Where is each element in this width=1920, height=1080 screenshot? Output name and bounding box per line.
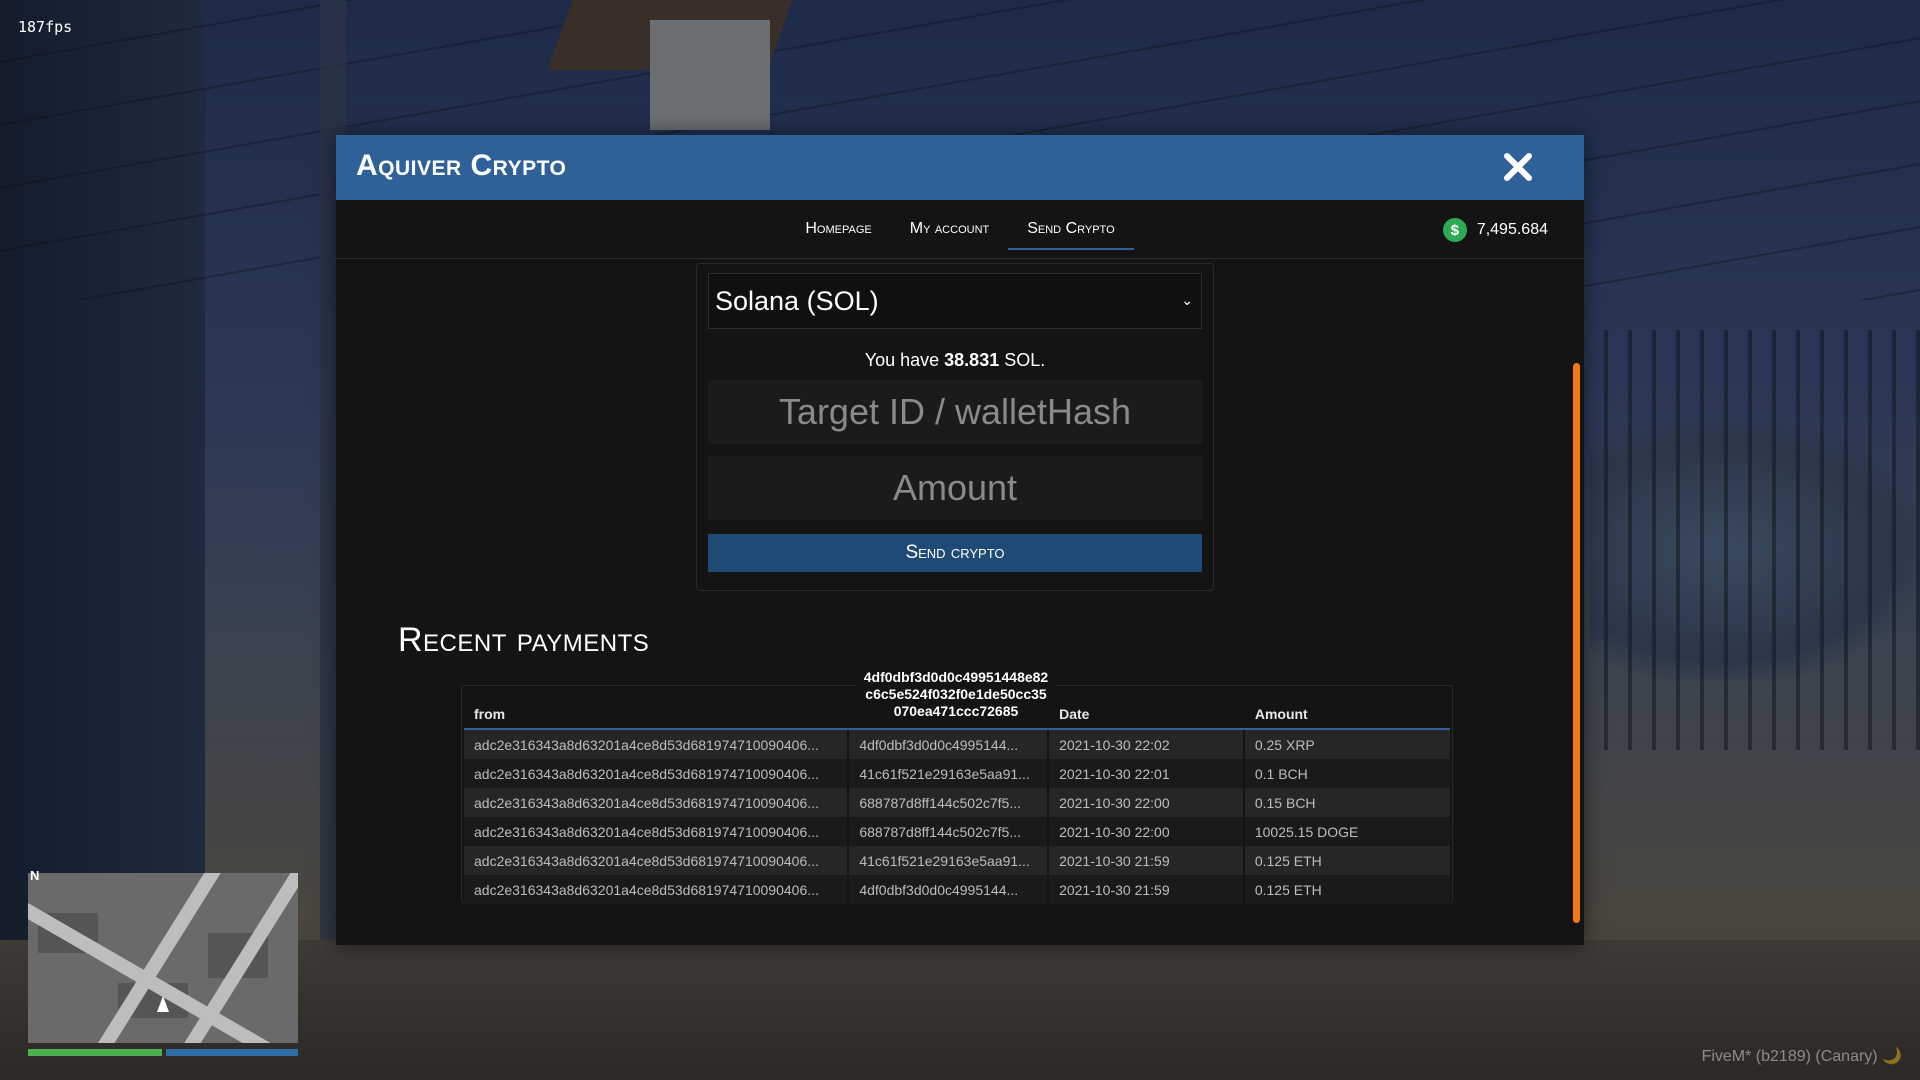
table-row: adc2e316343a8d63201a4ce8d53d681974710090… [464, 846, 1450, 875]
cell-amount: 0.125 ETH [1242, 875, 1450, 904]
amount-input[interactable] [708, 456, 1202, 520]
cell-to[interactable]: 4df0dbf3d0d0c4995144... [847, 875, 1049, 904]
cell-from: adc2e316343a8d63201a4ce8d53d681974710090… [464, 875, 849, 904]
cell-amount: 0.15 BCH [1242, 788, 1450, 817]
table-row: adc2e316343a8d63201a4ce8d53d681974710090… [464, 875, 1450, 904]
health-bar [28, 1049, 162, 1056]
cell-date: 2021-10-30 22:02 [1047, 729, 1244, 759]
currency-select[interactable]: Solana (SOL) ⌄ [708, 273, 1202, 329]
currency-select-value: Solana (SOL) [715, 285, 879, 316]
cell-amount: 0.125 ETH [1242, 846, 1450, 875]
cell-date: 2021-10-30 22:00 [1047, 788, 1244, 817]
balance-value: 7,495.684 [1476, 221, 1548, 238]
cell-from: adc2e316343a8d63201a4ce8d53d681974710090… [464, 817, 849, 846]
crypto-window: Aquiver Crypto Homepage My account Send … [336, 135, 1584, 945]
cell-amount: 10025.15 DOGE [1242, 817, 1450, 846]
table-row: adc2e316343a8d63201a4ce8d53d681974710090… [464, 788, 1450, 817]
target-id-input[interactable] [708, 380, 1202, 444]
close-button[interactable] [1500, 147, 1536, 187]
cell-from: adc2e316343a8d63201a4ce8d53d681974710090… [464, 729, 849, 759]
payments-table: from Date Amount adc2e316343a8d63201a4ce… [464, 700, 1450, 904]
chevron-down-icon: ⌄ [1181, 292, 1193, 308]
cell-date: 2021-10-30 21:59 [1047, 846, 1244, 875]
cell-amount: 0.1 BCH [1242, 759, 1450, 788]
table-row: adc2e316343a8d63201a4ce8d53d681974710090… [464, 817, 1450, 846]
holding-suffix: SOL. [999, 350, 1046, 370]
tab-send-crypto[interactable]: Send Crypto [1008, 200, 1135, 250]
client-watermark: FiveM* (b2189) (Canary) 🌙 [1701, 1048, 1902, 1065]
nav-bar: Homepage My account Send Crypto $ 7,495.… [336, 200, 1584, 259]
app-title: Aquiver Crypto [356, 149, 567, 182]
recent-payments-title: Recent payments [398, 621, 650, 659]
cell-to[interactable]: 41c61f521e29163e5aa91... [847, 759, 1049, 788]
tab-homepage[interactable]: Homepage [786, 200, 890, 250]
holding-prefix: You have [864, 350, 945, 370]
window-titlebar: Aquiver Crypto [336, 135, 1584, 200]
tab-my-account[interactable]: My account [891, 200, 1009, 250]
table-row: adc2e316343a8d63201a4ce8d53d681974710090… [464, 729, 1450, 759]
close-icon [1504, 153, 1532, 181]
game-background-house [650, 20, 770, 130]
wallet-balance: $ 7,495.684 [1442, 218, 1548, 242]
cell-to[interactable]: 4df0dbf3d0d0c4995144... [847, 729, 1049, 759]
fps-counter: 187fps [18, 18, 73, 36]
cell-to[interactable]: 688787d8ff144c502c7f5... [847, 788, 1049, 817]
cell-from: adc2e316343a8d63201a4ce8d53d681974710090… [464, 846, 849, 875]
table-row: adc2e316343a8d63201a4ce8d53d681974710090… [464, 759, 1450, 788]
cell-from: adc2e316343a8d63201a4ce8d53d681974710090… [464, 759, 849, 788]
column-header-from[interactable]: from [464, 700, 849, 730]
column-header-amount[interactable]: Amount [1242, 700, 1450, 730]
cell-from: adc2e316343a8d63201a4ce8d53d681974710090… [464, 788, 849, 817]
send-crypto-form: Solana (SOL) ⌄ You have 38.831 SOL. Send… [696, 263, 1214, 591]
cell-date: 2021-10-30 21:59 [1047, 875, 1244, 904]
holding-amount: 38.831 [944, 350, 1000, 370]
minimap [28, 873, 298, 1043]
wallet-hash-tooltip: 4df0dbf3d0d0c49951448e82 c6c5e524f032f0e1… [856, 669, 1056, 720]
player-arrow-icon [157, 996, 169, 1012]
cell-amount: 0.25 XRP [1242, 729, 1450, 759]
cell-to[interactable]: 688787d8ff144c502c7f5... [847, 817, 1049, 846]
game-background-fence [1580, 330, 1920, 750]
armor-bar [166, 1049, 298, 1056]
minimap-north-label: N [30, 868, 40, 883]
dollar-coin-icon: $ [1442, 218, 1467, 242]
content-scrollbar[interactable] [1573, 363, 1580, 923]
column-header-date[interactable]: Date [1047, 700, 1244, 730]
cell-date: 2021-10-30 22:00 [1047, 817, 1244, 846]
holding-text: You have 38.831 SOL. [697, 350, 1213, 371]
cell-to[interactable]: 41c61f521e29163e5aa91... [847, 846, 1049, 875]
send-crypto-button[interactable]: Send crypto [708, 534, 1202, 572]
nav-tabs: Homepage My account Send Crypto [336, 200, 1584, 250]
cell-date: 2021-10-30 22:01 [1047, 759, 1244, 788]
